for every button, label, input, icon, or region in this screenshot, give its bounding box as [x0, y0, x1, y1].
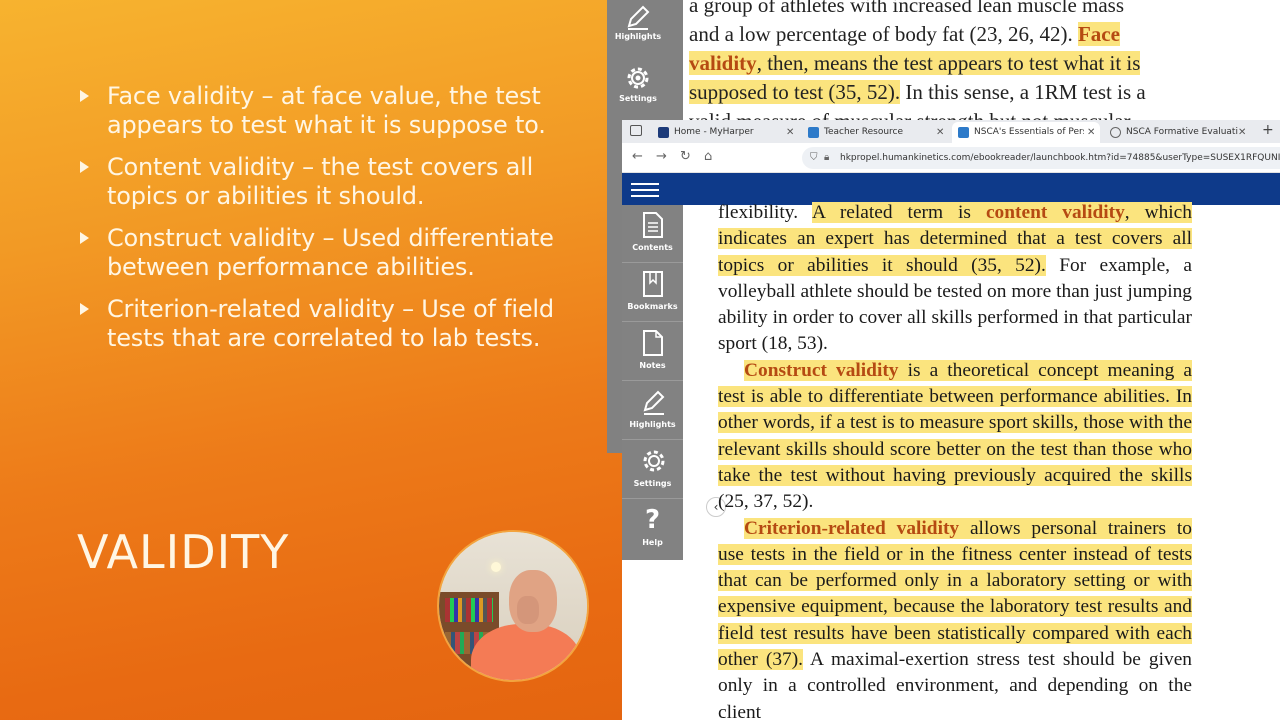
bg-term-face: Face: [1077, 22, 1120, 46]
tab-bar: Home - MyHarper ✕ Teacher Resource ✕ NSC…: [622, 120, 1280, 143]
reader-sidebar: Contents Bookmarks Notes Highlights Sett…: [622, 205, 683, 560]
bullet-item: Face validity – at face value, the test …: [78, 82, 578, 140]
globe-favicon-icon: [1110, 127, 1121, 138]
webcam-video: [437, 530, 589, 682]
home-icon[interactable]: ⌂: [704, 149, 712, 164]
bg-text-line: and a low percentage of body fat (23, 26…: [689, 20, 1209, 49]
text-span: (25, 37, 52).: [718, 491, 814, 513]
term-construct-validity: Construct validity: [744, 359, 899, 381]
bullet-item: Criterion-related validity – Use of fiel…: [78, 295, 578, 353]
background-book-text: a group of athletes with increased lean …: [689, 0, 1209, 122]
tab-nsca-formative[interactable]: NSCA Formative Evaluation Exa ✕: [1104, 122, 1252, 143]
lock-icon[interactable]: 🔒︎: [824, 147, 829, 169]
settings-tool[interactable]: Settings: [622, 441, 683, 499]
back-arrow-icon[interactable]: ←: [632, 149, 643, 164]
background-reader-window: Highlights Settings a group of athletes …: [607, 0, 1280, 122]
paragraph-construct-validity: Construct validity is a theoretical conc…: [718, 358, 1192, 516]
bg-text-span: , then, means the test appears to test w…: [756, 51, 1141, 75]
bullet-list: Face validity – at face value, the test …: [78, 82, 578, 366]
highlighted-text: A related term is: [811, 202, 986, 223]
term-content-validity: content validity: [985, 202, 1125, 223]
tab-label: NSCA Formative Evaluation Exa: [1126, 127, 1238, 137]
background-sidebar-edge: [607, 122, 622, 453]
pencil-icon: [640, 388, 666, 416]
close-tab-icon[interactable]: ✕: [1238, 122, 1246, 143]
slide-title: VALIDITY: [77, 525, 290, 579]
paragraph-criterion-validity: Criterion-related validity allows person…: [718, 516, 1192, 720]
bookmarks-tool[interactable]: Bookmarks: [622, 264, 683, 322]
bg-term-validity: validity: [689, 51, 757, 75]
bullet-arrow-icon: [80, 303, 89, 315]
page-icon: [640, 211, 666, 239]
bg-text-span: In this sense, a 1RM test is a: [900, 80, 1146, 104]
shield-icon[interactable]: ⛉: [810, 147, 818, 169]
url-text[interactable]: hkpropel.humankinetics.com/ebookreader/l…: [840, 153, 1280, 163]
tab-teacher-resource[interactable]: Teacher Resource ✕: [802, 122, 950, 143]
text-span: flexibility.: [718, 202, 812, 223]
bullet-arrow-icon: [80, 232, 89, 244]
tab-label: NSCA's Essentials of Personal T: [974, 127, 1084, 137]
browser-window: Home - MyHarper ✕ Teacher Resource ✕ NSC…: [622, 120, 1280, 720]
close-tab-icon[interactable]: ✕: [786, 122, 794, 143]
harper-favicon-icon: [658, 127, 669, 138]
notes-tool[interactable]: Notes: [622, 323, 683, 381]
new-tab-button[interactable]: +: [1262, 122, 1274, 138]
bullet-item: Construct validity – Used differentiate …: [78, 224, 578, 282]
tab-label: Teacher Resource: [824, 127, 904, 137]
bookmarks-label: Bookmarks: [627, 302, 678, 311]
bg-settings-tool[interactable]: Settings: [607, 60, 669, 103]
bullet-text: Content validity – the test covers all t…: [107, 153, 534, 210]
close-tab-icon[interactable]: ✕: [1087, 122, 1095, 143]
highlighted-text: allows personal trainers to use tests in…: [718, 517, 1192, 671]
tab-home-myharper[interactable]: Home - MyHarper ✕: [652, 122, 800, 143]
bullet-text: Construct validity – Used differentiate …: [107, 224, 554, 281]
background-reader-sidebar: Highlights Settings: [607, 0, 683, 122]
menu-hamburger-icon[interactable]: [631, 179, 659, 200]
contents-tool[interactable]: Contents: [622, 205, 683, 263]
close-tab-icon[interactable]: ✕: [936, 122, 944, 143]
contents-label: Contents: [632, 243, 673, 252]
bg-highlights-label: Highlights: [614, 32, 662, 41]
bullet-text: Face validity – at face value, the test …: [107, 82, 546, 139]
bg-text-line: supposed to test (35, 52). In this sense…: [689, 78, 1209, 107]
bookmark-icon: [640, 270, 666, 298]
bg-text-span: and a low percentage of body fat (23, 26…: [689, 22, 1078, 46]
bg-text-line: a group of athletes with increased lean …: [689, 0, 1125, 17]
bg-text-span: supposed to test (35, 52).: [689, 80, 901, 104]
highlights-tool[interactable]: Highlights: [622, 382, 683, 440]
bullet-arrow-icon: [80, 161, 89, 173]
question-icon: ?: [644, 505, 661, 535]
bullet-arrow-icon: [80, 90, 89, 102]
url-bar[interactable]: ⛉ 🔒︎ hkpropel.humankinetics.com/ebookrea…: [802, 147, 1280, 169]
reload-icon[interactable]: ↻: [680, 149, 691, 164]
bg-highlights-tool[interactable]: Highlights: [607, 0, 669, 41]
help-tool[interactable]: ? Help: [622, 500, 683, 558]
tab-actions-icon[interactable]: [630, 125, 642, 136]
bullet-item: Content validity – the test covers all t…: [78, 153, 578, 211]
notes-label: Notes: [639, 361, 666, 370]
highlights-label: Highlights: [629, 420, 676, 429]
gear-icon: [627, 67, 649, 89]
note-icon: [640, 329, 666, 357]
tab-nsca-essentials[interactable]: NSCA's Essentials of Personal T ✕: [952, 122, 1100, 143]
ebook-text: flexibility. A related term is content v…: [718, 200, 1192, 720]
bg-text-line: validity, then, means the test appears t…: [689, 49, 1209, 78]
hk-favicon-icon: [958, 127, 969, 138]
address-bar-row: ← → ↻ ⌂ ⛉ 🔒︎ hkpropel.humankinetics.com/…: [622, 143, 1280, 173]
presentation-slide: Face validity – at face value, the test …: [0, 0, 622, 720]
pencil-icon: [627, 5, 650, 30]
tab-label: Home - MyHarper: [674, 127, 754, 137]
bg-settings-label: Settings: [619, 94, 657, 103]
forward-arrow-icon[interactable]: →: [656, 149, 667, 164]
term-criterion-related-validity: Criterion-related validity: [744, 517, 960, 539]
gear-icon: [640, 447, 666, 475]
settings-label: Settings: [633, 479, 672, 488]
help-label: Help: [642, 538, 663, 547]
hk-favicon-icon: [808, 127, 819, 138]
paragraph-content-validity: flexibility. A related term is content v…: [718, 200, 1192, 358]
bullet-text: Criterion-related validity – Use of fiel…: [107, 295, 554, 352]
